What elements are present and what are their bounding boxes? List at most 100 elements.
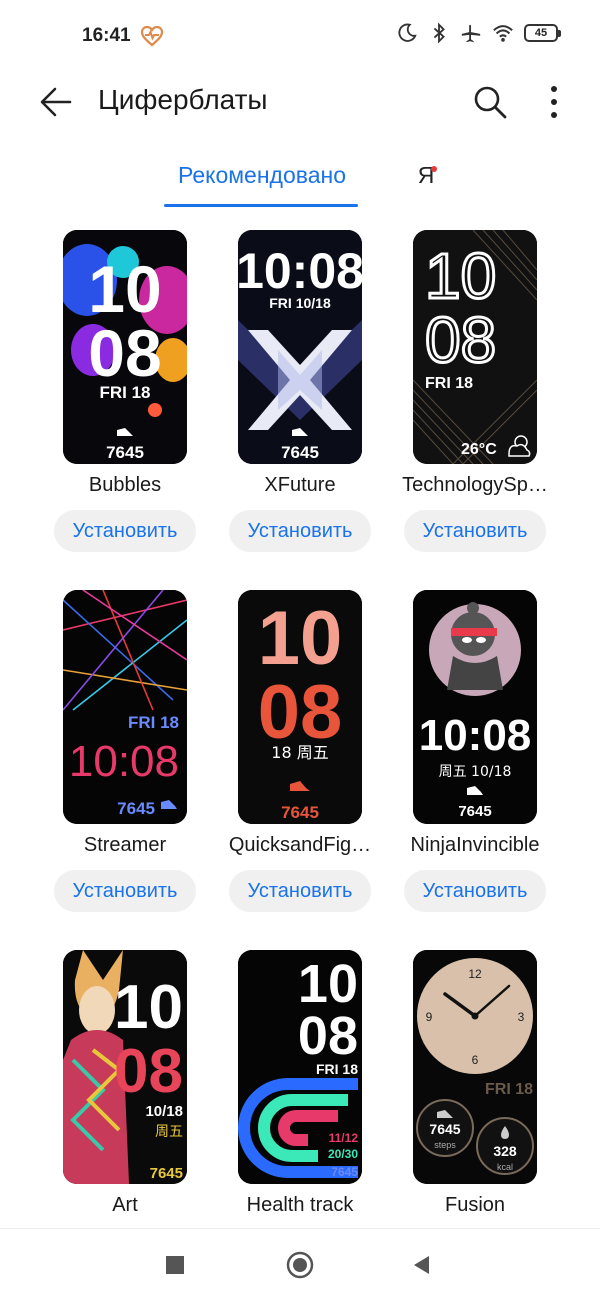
install-button[interactable]: Установить — [54, 510, 196, 552]
face-date: FRI 18 — [425, 375, 473, 392]
watchface-preview[interactable]: 10 08 18 周五 7645 — [238, 590, 362, 824]
back-button[interactable] — [34, 80, 78, 124]
streamer-face-image: FRI 18 10:08 7645 — [63, 590, 187, 824]
status-time: 16:41 — [82, 25, 131, 46]
watchface-name: XFuture — [264, 474, 336, 496]
tab-active-indicator — [164, 204, 358, 207]
face-minute: 08 — [88, 316, 161, 390]
watchface-name: Bubbles — [88, 474, 162, 496]
triangle-back-icon — [414, 1256, 429, 1274]
square-icon — [166, 1256, 184, 1274]
install-button[interactable]: Установить — [229, 870, 371, 912]
status-bar: 16:41 45 — [0, 0, 600, 72]
face-numeral-12: 12 — [468, 967, 482, 981]
system-back-button[interactable] — [402, 1245, 442, 1285]
battery-level: 45 — [534, 27, 548, 39]
arrow-left-icon — [40, 87, 72, 117]
airplane-mode-icon — [461, 24, 481, 43]
watchface-name: QuicksandFig… — [228, 834, 372, 856]
face-numeral-6: 6 — [472, 1053, 479, 1067]
health-track-face-image: 10 08 FRI 18 11/12 20/30 7645 — [238, 950, 362, 1184]
search-button[interactable] — [468, 80, 512, 124]
search-icon — [474, 86, 507, 119]
face-date: 18 周五 — [271, 743, 328, 762]
face-steps: 7645 — [458, 803, 491, 820]
face-steps-unit: steps — [434, 1140, 456, 1150]
recent-apps-button[interactable] — [155, 1245, 195, 1285]
notification-dot — [431, 166, 437, 172]
more-options-button[interactable] — [536, 80, 572, 124]
install-button[interactable]: Установить — [404, 510, 546, 552]
watchface-preview[interactable]: 10:08 FRI 10/18 7645 — [238, 230, 362, 464]
watchface-name: Fusion — [444, 1194, 506, 1216]
home-button[interactable] — [280, 1245, 320, 1285]
face-steps: 7645 — [281, 803, 319, 822]
watchface-preview[interactable]: 10 08 FRI 18 26°C — [413, 230, 537, 464]
face-date: 10/18 — [145, 1103, 183, 1120]
heart-rate-icon — [140, 25, 164, 47]
install-button[interactable]: Установить — [229, 510, 371, 552]
face-date: FRI 18 — [128, 713, 179, 732]
watchface-name: Health track — [246, 1194, 354, 1216]
face-date: 周五 10/18 — [439, 764, 512, 780]
tab-recommended[interactable]: Рекомендовано — [164, 162, 360, 189]
watchface-preview[interactable]: 10:08 周五 10/18 7645 — [413, 590, 537, 824]
watchface-preview[interactable]: FRI 18 10:08 7645 — [63, 590, 187, 824]
circle-icon — [286, 1251, 314, 1279]
face-hour: 10 — [298, 954, 358, 1014]
face-minute: 08 — [114, 1037, 183, 1106]
technology-face-image: 10 08 FRI 18 26°C — [413, 230, 537, 464]
face-stat2: 20/30 — [328, 1147, 358, 1161]
face-steps: 7645 — [331, 1165, 358, 1179]
face-time: 10:08 — [419, 711, 532, 760]
watchface-preview[interactable]: 12 3 6 9 FRI 18 7645 steps 328 kcal — [413, 950, 537, 1184]
page-title: Циферблаты — [98, 84, 268, 115]
app-bar: Циферблаты — [0, 72, 600, 132]
face-steps: 7645 — [117, 799, 155, 818]
xfuture-face-image: 10:08 FRI 10/18 7645 — [238, 230, 362, 464]
quicksand-face-image: 10 08 18 周五 7645 — [238, 590, 362, 824]
face-numeral-3: 3 — [518, 1010, 525, 1024]
ninja-face-image: 10:08 周五 10/18 7645 — [413, 590, 537, 824]
install-button[interactable]: Установить — [54, 870, 196, 912]
face-time: 10:08 — [69, 737, 179, 786]
face-weather: 26°C — [461, 441, 497, 458]
face-date: FRI 10/18 — [269, 295, 331, 311]
face-minute: 08 — [425, 304, 496, 376]
bubbles-face-image: 10 08 FRI 18 7645 — [63, 230, 187, 464]
tab-mine[interactable]: Я — [406, 162, 446, 189]
more-vertical-icon — [551, 86, 557, 118]
face-calories-unit: kcal — [497, 1162, 513, 1172]
face-time: 10:08 — [238, 243, 362, 299]
face-numeral-9: 9 — [426, 1010, 433, 1024]
watchface-name: Streamer — [83, 834, 167, 856]
battery-indicator: 45 — [524, 24, 561, 42]
face-steps: 7645 — [429, 1121, 460, 1137]
face-date: FRI 18 — [99, 383, 150, 402]
watchface-preview[interactable]: 10 08 FRI 18 11/12 20/30 7645 — [238, 950, 362, 1184]
face-hour: 10 — [114, 973, 183, 1042]
watchface-preview[interactable]: 10 08 10/18 周五 7645 — [63, 950, 187, 1184]
face-weekday: 周五 — [155, 1124, 183, 1140]
face-stat1: 11/12 — [329, 1131, 359, 1145]
wifi-icon — [493, 25, 513, 42]
system-navigation-bar — [0, 1228, 600, 1301]
watchface-name: TechnologySp… — [402, 474, 548, 496]
face-hour: 10 — [425, 240, 496, 312]
watchface-name: NinjaInvincible — [410, 834, 540, 856]
watchface-name: Art — [112, 1194, 138, 1216]
face-minute: 08 — [298, 1006, 358, 1066]
install-button[interactable]: Установить — [404, 870, 546, 912]
fusion-face-image: 12 3 6 9 FRI 18 7645 steps 328 kcal — [413, 950, 537, 1184]
do-not-disturb-moon-icon — [398, 23, 417, 42]
face-hour: 10 — [88, 252, 161, 326]
art-face-image: 10 08 10/18 周五 7645 — [63, 950, 187, 1184]
face-date: FRI 18 — [485, 1081, 533, 1098]
face-steps: 7645 — [150, 1165, 183, 1182]
face-date: FRI 18 — [316, 1061, 358, 1077]
face-steps: 7645 — [106, 443, 144, 462]
face-calories: 328 — [493, 1143, 517, 1159]
bluetooth-icon — [433, 22, 445, 44]
watchface-preview[interactable]: 10 08 FRI 18 7645 — [63, 230, 187, 464]
face-hour: 10 — [258, 596, 343, 681]
